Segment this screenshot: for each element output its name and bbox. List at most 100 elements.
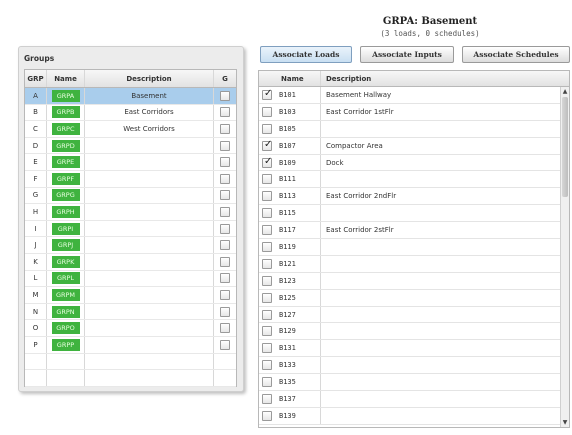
load-row[interactable]: B129 [259,323,569,341]
group-checkbox[interactable] [220,256,230,267]
column-header-g[interactable]: G [214,70,236,87]
group-checkbox[interactable] [220,223,230,234]
load-row[interactable]: B135 [259,374,569,392]
load-row[interactable]: B121 [259,255,569,273]
load-checkbox[interactable] [262,360,272,371]
group-checkbox[interactable] [220,273,230,284]
load-row[interactable]: B119 [259,239,569,256]
group-g-cell [214,204,236,220]
load-row[interactable]: B131 [259,340,569,358]
load-row[interactable]: B127 [259,306,569,324]
group-checkbox[interactable] [220,240,230,251]
group-checkbox[interactable] [220,140,230,151]
load-checkbox[interactable] [262,156,272,168]
group-row[interactable]: L GRPL [25,270,236,288]
group-g-cell [214,188,236,204]
group-checkbox[interactable] [220,339,230,350]
group-letter: H [25,204,47,220]
group-name-chip: GRPF [51,172,80,185]
load-checkbox[interactable] [262,225,272,236]
group-row[interactable]: B GRPB East Corridors [25,104,236,122]
load-checkbox[interactable] [262,123,272,134]
column-header-grp[interactable]: GRP [25,70,47,87]
group-checkbox[interactable] [220,123,230,134]
group-row[interactable]: G GRPG [25,187,236,205]
group-row[interactable]: K GRPK [25,253,236,271]
column-header-load-description[interactable]: Description [321,75,569,83]
group-row[interactable]: I GRPI [25,220,236,238]
group-row[interactable]: E GRPE [25,154,236,171]
groups-panel: Groups GRP Name Description G A GRPA Basem… [18,46,244,392]
load-row[interactable]: B113 East Corridor 2ndFlr [259,188,569,206]
group-row[interactable]: M GRPM [25,287,236,304]
column-header-load-name[interactable]: Name [275,71,321,86]
loads-scrollbar[interactable]: ▲ ▼ [560,87,569,427]
group-checkbox[interactable] [220,306,230,317]
group-row[interactable]: D GRPD [25,137,236,155]
group-row[interactable]: A GRPA Basement [25,88,236,105]
group-row[interactable]: C GRPC West Corridors [25,121,236,138]
load-row[interactable]: B105 [259,120,569,138]
load-checkbox[interactable] [262,174,272,185]
load-checkbox[interactable] [262,106,272,117]
group-row[interactable]: O GRPO [25,320,236,337]
load-row[interactable]: B133 [259,357,569,375]
groups-table-header: GRP Name Description G [25,70,236,88]
load-checkbox[interactable] [262,275,272,286]
load-row[interactable]: B117 East Corridor 2stFlr [259,222,569,240]
load-checkbox[interactable] [262,410,272,421]
group-checkbox[interactable] [220,173,230,184]
associate-schedules-button[interactable]: Associate Schedules [462,46,570,63]
group-row[interactable]: J GRPJ [25,237,236,254]
load-row[interactable]: B101 Basement Hallway [259,87,569,104]
group-checkbox[interactable] [220,107,230,118]
group-row[interactable]: P GRPP [25,336,236,354]
load-row[interactable]: B107 Compactor Area [259,137,569,155]
group-description [85,336,214,353]
load-row[interactable]: B103 East Corridor 1stFlr [259,103,569,121]
load-row[interactable]: B139 [259,407,569,425]
group-name-cell: GRPE [47,154,85,170]
load-checkbox[interactable] [262,208,272,219]
group-name-chip: GRPL [51,272,80,285]
group-checkbox[interactable] [220,289,230,300]
group-name-chip: GRPC [51,122,80,135]
load-checkbox[interactable] [262,292,272,303]
load-checkbox[interactable] [262,191,272,202]
associate-inputs-button[interactable]: Associate Inputs [360,46,454,63]
load-checkbox[interactable] [262,139,272,151]
load-row[interactable]: B137 [259,391,569,408]
column-header-description[interactable]: Description [85,70,214,87]
group-name-cell: GRPJ [47,237,85,253]
group-checkbox[interactable] [220,90,230,101]
load-name: B137 [275,391,321,407]
load-checkbox[interactable] [262,241,272,252]
group-description [85,137,214,154]
group-row[interactable]: F GRPF [25,170,236,188]
load-row[interactable]: B115 [259,205,569,223]
group-checkbox[interactable] [220,206,230,217]
column-header-name[interactable]: Name [47,70,85,87]
load-row[interactable]: B123 [259,272,569,290]
load-checkbox[interactable] [262,326,272,337]
associate-loads-button[interactable]: Associate Loads [260,46,352,63]
group-checkbox[interactable] [220,323,230,334]
group-description [85,320,214,336]
group-row[interactable]: H GRPH [25,204,236,221]
load-row[interactable]: B125 [259,289,569,307]
scroll-up-arrow-icon[interactable]: ▲ [561,87,569,96]
load-checkbox[interactable] [262,88,272,100]
group-checkbox[interactable] [220,190,230,201]
scroll-down-arrow-icon[interactable]: ▼ [561,418,569,427]
load-checkbox[interactable] [262,258,272,269]
group-row[interactable]: N GRPN [25,303,236,321]
load-row[interactable]: B111 [259,171,569,189]
group-checkbox[interactable] [220,157,230,168]
load-row[interactable]: B109 Dock [259,154,569,172]
load-checkbox[interactable] [262,393,272,404]
scrollbar-thumb[interactable] [562,97,568,197]
load-checkbox[interactable] [262,309,272,320]
load-name: B125 [275,289,321,306]
load-checkbox[interactable] [262,343,272,354]
load-checkbox[interactable] [262,377,272,388]
